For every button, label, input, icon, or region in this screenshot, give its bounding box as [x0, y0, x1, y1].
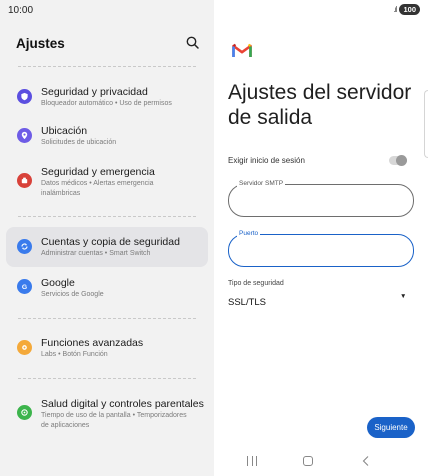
settings-item-label: Seguridad y privacidad	[41, 86, 148, 98]
page-title: Ajustes del servidor de salida	[228, 81, 412, 129]
port-input[interactable]	[241, 244, 401, 255]
digital-wellbeing-icon	[17, 405, 32, 420]
toggle-knob	[396, 155, 407, 166]
smtp-server-label: Servidor SMTP	[237, 180, 286, 187]
settings-item-subtitle: Bloqueador automático • Uso de permisos	[41, 100, 172, 107]
settings-item-subtitle: Datos médicos • Alertas emergencia inalá…	[41, 180, 154, 197]
divider	[18, 378, 196, 379]
settings-item-label: Ubicación	[41, 125, 88, 137]
search-button[interactable]	[184, 34, 202, 52]
settings-item-advanced-features[interactable]: Funciones avanzadas Labs • Botón Función	[6, 330, 208, 370]
settings-item-accounts-backup[interactable]: Cuentas y copia de seguridad Administrar…	[6, 227, 208, 267]
back-button[interactable]	[361, 455, 371, 467]
google-icon: G	[17, 279, 32, 294]
smtp-server-field[interactable]: Servidor SMTP	[228, 180, 414, 217]
settings-item-subtitle: Solicitudes de ubicación	[41, 139, 117, 146]
settings-item-subtitle: Labs • Botón Función	[41, 351, 108, 358]
home-button[interactable]	[303, 456, 313, 466]
settings-item-subtitle: Tiempo de uso de la pantalla • Temporiza…	[41, 412, 187, 429]
gmail-logo-icon	[232, 43, 252, 57]
star-icon	[17, 340, 32, 355]
divider	[18, 216, 196, 217]
signal-icon: .ıl	[393, 5, 397, 14]
divider	[18, 318, 196, 319]
sync-icon	[17, 239, 32, 254]
chevron-down-icon[interactable]: ▼	[400, 293, 406, 300]
search-icon	[186, 36, 199, 49]
require-login-label: Exigir inicio de sesión	[228, 156, 305, 165]
divider	[18, 66, 196, 67]
location-pin-icon	[17, 128, 32, 143]
settings-item-security-privacy[interactable]: Seguridad y privacidad Bloqueador automá…	[6, 79, 208, 119]
emergency-icon	[17, 173, 32, 188]
recent-apps-button[interactable]	[247, 456, 257, 466]
settings-item-subtitle: Servicios de Google	[41, 291, 104, 298]
settings-item-safety-emergency[interactable]: Seguridad y emergencia Datos médicos • A…	[6, 160, 208, 208]
settings-title: Ajustes	[16, 36, 65, 51]
battery-indicator: 100	[399, 4, 420, 15]
require-login-toggle[interactable]	[389, 155, 407, 166]
settings-item-subtitle: Administrar cuentas • Smart Switch	[41, 250, 151, 257]
status-icons: .ıl 100	[393, 4, 420, 15]
security-type-select[interactable]: SSL/TLS	[228, 297, 266, 308]
settings-item-label: Salud digital y controles parentales	[41, 398, 204, 410]
security-type-label: Tipo de seguridad	[228, 280, 284, 287]
settings-pane: 10:00 Ajustes Seguridad y privacidad Blo…	[0, 0, 214, 476]
settings-item-label: Google	[41, 277, 75, 289]
smtp-server-input[interactable]	[241, 194, 401, 205]
settings-item-location[interactable]: Ubicación Solicitudes de ubicación	[6, 119, 208, 159]
shield-icon	[17, 89, 32, 104]
edge-panel-handle[interactable]	[424, 90, 428, 158]
svg-text:G: G	[22, 284, 27, 291]
settings-item-label: Seguridad y emergencia	[41, 166, 155, 178]
status-time: 10:00	[8, 5, 34, 16]
next-button[interactable]: Siguiente	[367, 417, 415, 438]
gmail-pane: .ıl 100 Ajustes del servidor de salida E…	[214, 0, 428, 476]
port-label: Puerto	[237, 230, 261, 237]
settings-item-google[interactable]: G Google Servicios de Google	[6, 270, 208, 310]
settings-item-label: Cuentas y copia de seguridad	[41, 236, 180, 248]
settings-item-digital-wellbeing[interactable]: Salud digital y controles parentales Tie…	[6, 392, 208, 438]
settings-item-label: Funciones avanzadas	[41, 337, 144, 349]
port-field[interactable]: Puerto	[228, 230, 414, 267]
